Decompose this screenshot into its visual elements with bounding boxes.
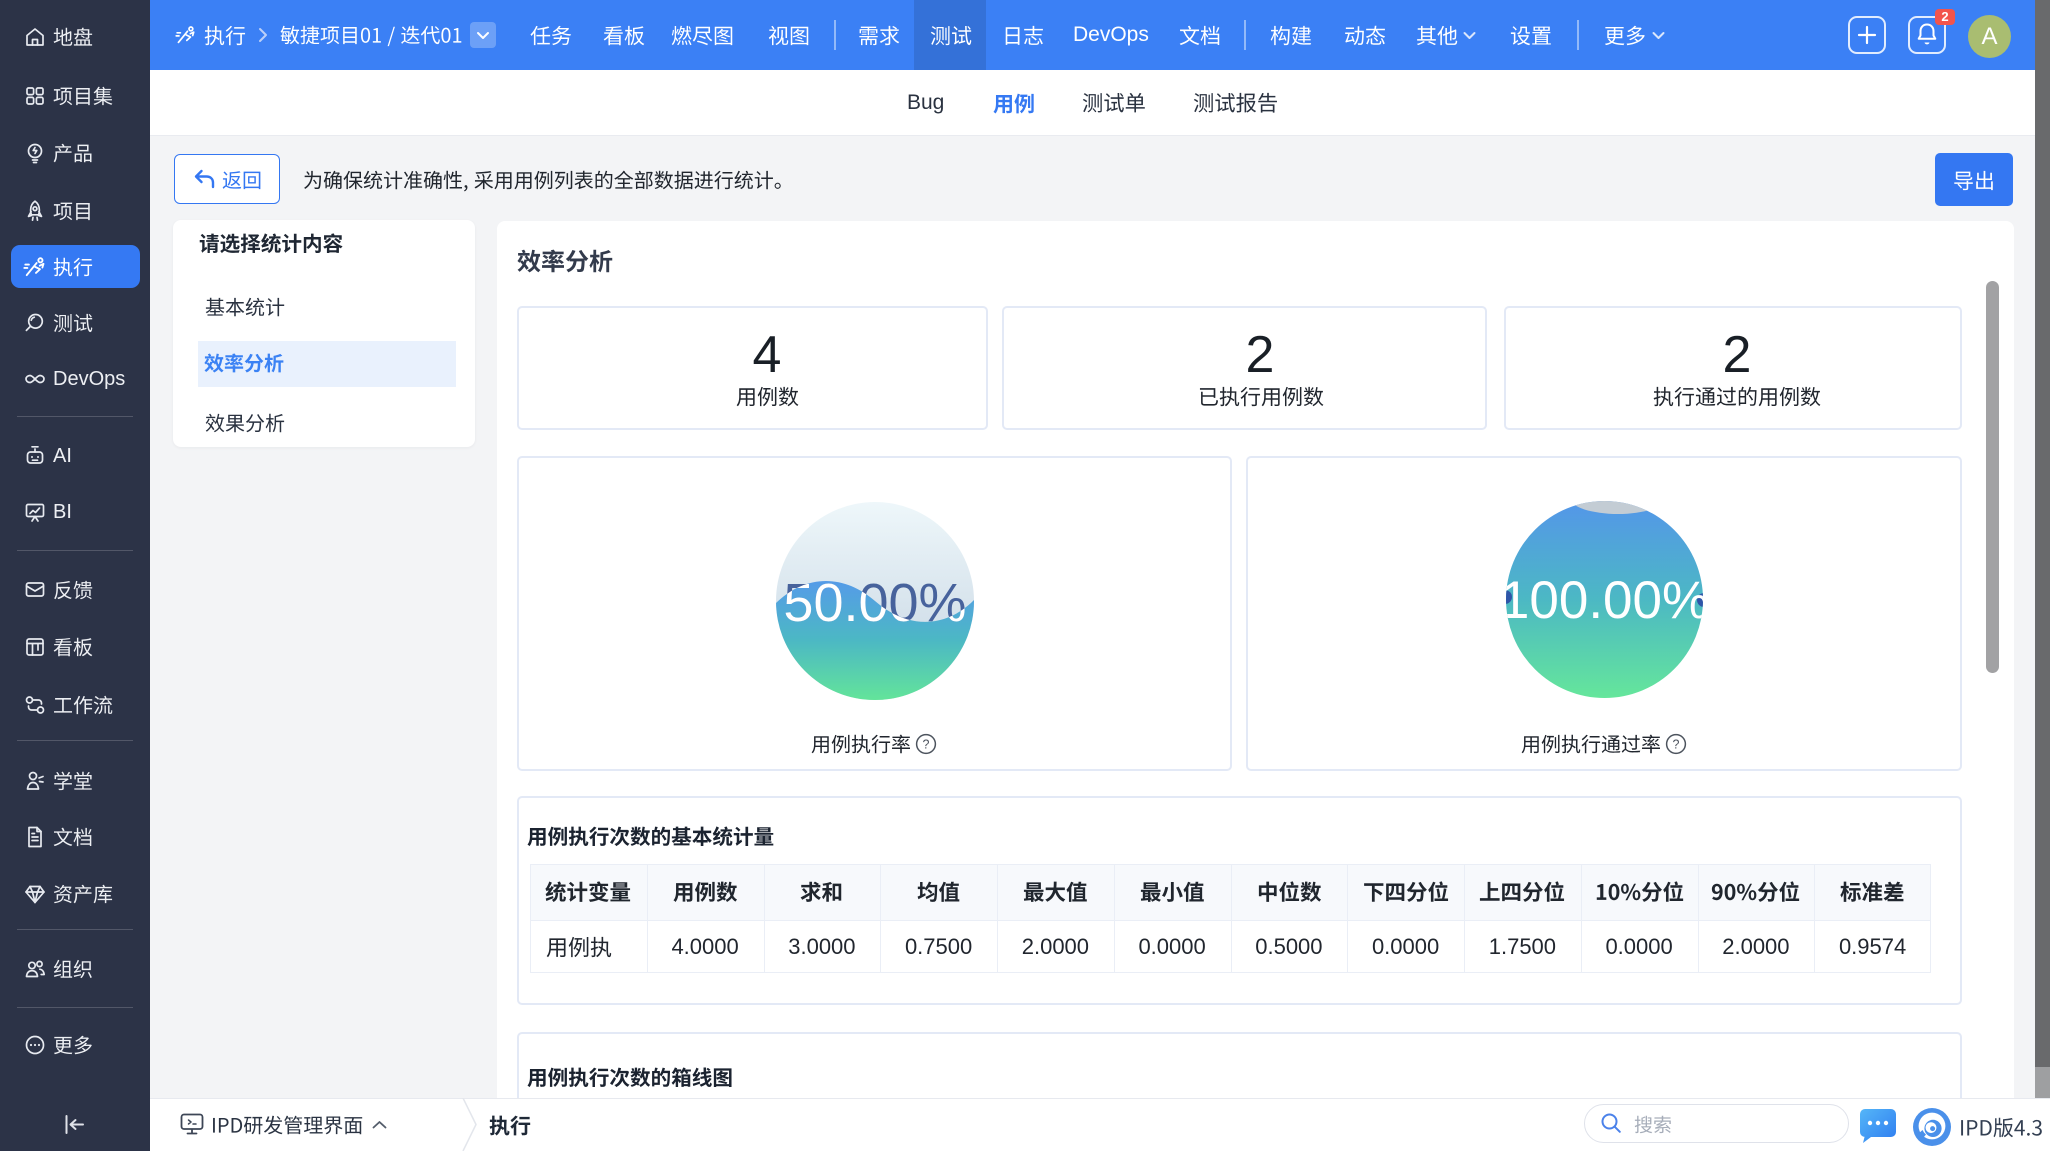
svg-text:100.00%: 100.00% — [1506, 571, 1703, 630]
svg-text:?: ? — [923, 737, 930, 751]
svg-text:?: ? — [1673, 737, 1680, 751]
